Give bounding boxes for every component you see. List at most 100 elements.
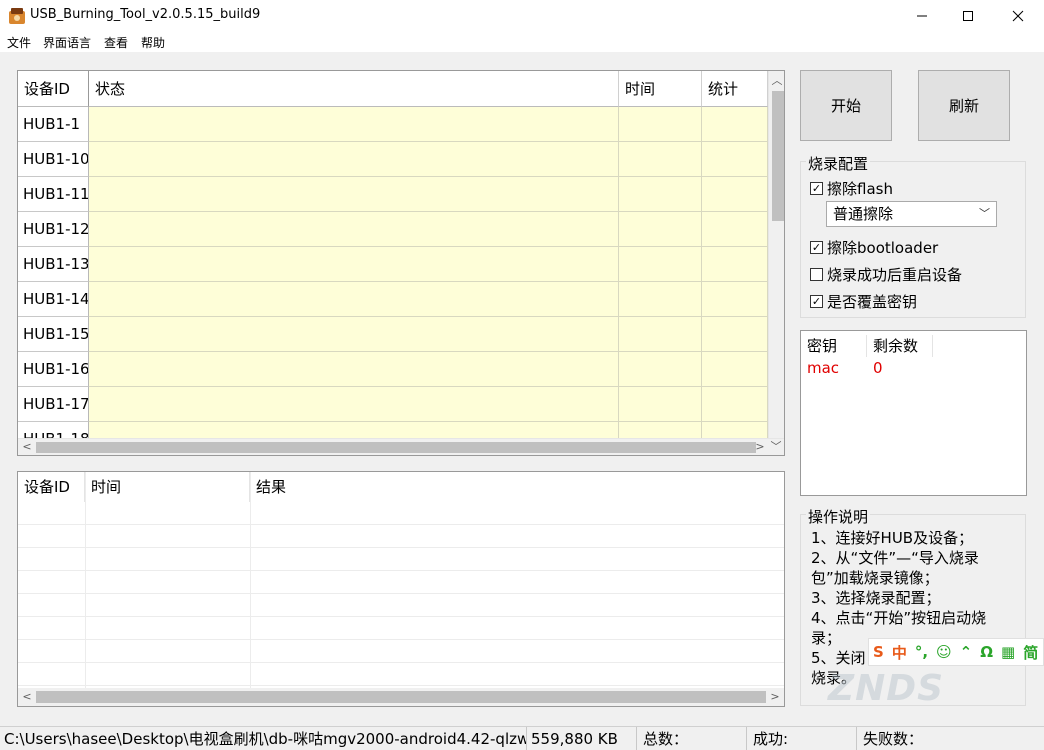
- device-row-cell[interactable]: [619, 387, 702, 422]
- maximize-icon: [963, 11, 973, 21]
- device-row-cell[interactable]: [702, 142, 768, 177]
- scroll-left-icon[interactable]: <: [19, 689, 35, 705]
- device-row-cell[interactable]: [619, 142, 702, 177]
- minimize-icon: [917, 15, 927, 17]
- instruction-line: 录；: [811, 629, 842, 647]
- instruction-line: 4、点击“开始”按钮启动烧: [811, 609, 987, 627]
- menu-file[interactable]: 文件: [7, 34, 31, 51]
- device-row-id[interactable]: HUB1-1: [18, 107, 89, 142]
- sogou-logo-icon[interactable]: S: [873, 643, 884, 661]
- device-row-cell[interactable]: [89, 317, 619, 352]
- scroll-down-icon[interactable]: ﹀: [768, 439, 784, 455]
- horizontal-scroll-thumb[interactable]: [36, 442, 756, 453]
- refresh-button[interactable]: 刷新: [918, 70, 1010, 141]
- log-horizontal-scrollbar[interactable]: < >: [18, 688, 784, 706]
- device-row-cell[interactable]: [702, 107, 768, 142]
- log-row: [18, 502, 784, 525]
- device-row-cell[interactable]: [89, 247, 619, 282]
- menu-language[interactable]: 界面语言: [43, 34, 91, 51]
- device-row-cell[interactable]: [702, 317, 768, 352]
- column-header-device-id[interactable]: 设备ID: [18, 71, 89, 107]
- device-row-id[interactable]: HUB1-14: [18, 282, 89, 317]
- chinese-mode-icon[interactable]: 中: [892, 642, 907, 663]
- erase-mode-value: 普通擦除: [833, 205, 894, 223]
- device-row-cell[interactable]: [702, 247, 768, 282]
- close-button[interactable]: [995, 0, 1041, 32]
- headset-icon[interactable]: Ω: [980, 643, 993, 661]
- column-header-time[interactable]: 时间: [619, 71, 702, 107]
- log-column-device-id[interactable]: 设备ID: [18, 472, 85, 502]
- log-row: [18, 663, 784, 686]
- device-row-cell[interactable]: [89, 142, 619, 177]
- device-row-id[interactable]: HUB1-13: [18, 247, 89, 282]
- log-column-result[interactable]: 结果: [250, 472, 784, 502]
- reboot-after-checkbox[interactable]: 烧录成功后重启设备: [810, 264, 962, 285]
- device-row-cell[interactable]: [89, 107, 619, 142]
- erase-bootloader-checkbox[interactable]: ✓ 擦除bootloader: [810, 237, 938, 258]
- device-row-cell[interactable]: [89, 212, 619, 247]
- scroll-up-icon[interactable]: ︿: [769, 73, 784, 89]
- keyboard-icon[interactable]: ▦: [1001, 643, 1015, 661]
- remaining-column-header[interactable]: 剩余数: [867, 335, 933, 357]
- device-row-cell[interactable]: [619, 247, 702, 282]
- device-row-cell[interactable]: [702, 177, 768, 212]
- instruction-line: 包”加载烧录镜像；: [811, 569, 939, 587]
- device-row-cell[interactable]: [702, 282, 768, 317]
- voice-icon[interactable]: ⌃: [960, 643, 973, 661]
- device-row-cell[interactable]: [89, 177, 619, 212]
- log-row: [18, 640, 784, 663]
- minimize-button[interactable]: [899, 0, 945, 32]
- log-grid[interactable]: 设备ID 时间 结果 < >: [17, 471, 785, 707]
- vertical-scrollbar[interactable]: ︿: [768, 71, 784, 438]
- device-row-id[interactable]: HUB1-17: [18, 387, 89, 422]
- column-header-stats[interactable]: 统计: [702, 71, 768, 107]
- overwrite-key-checkbox[interactable]: ✓ 是否覆盖密钥: [810, 291, 917, 312]
- log-row: [18, 525, 784, 548]
- key-column-header[interactable]: 密钥: [801, 335, 867, 357]
- punctuation-icon[interactable]: °,: [915, 643, 928, 661]
- key-remaining: 0: [873, 359, 883, 377]
- log-column-time[interactable]: 时间: [85, 472, 250, 502]
- scroll-left-icon[interactable]: <: [19, 439, 35, 455]
- scroll-right-icon[interactable]: >: [752, 439, 768, 455]
- checkbox-checked-icon: ✓: [810, 295, 823, 308]
- device-row-cell[interactable]: [619, 352, 702, 387]
- column-header-status[interactable]: 状态: [89, 71, 619, 107]
- menu-help[interactable]: 帮助: [141, 34, 165, 51]
- device-row-cell[interactable]: [89, 387, 619, 422]
- device-row-cell[interactable]: [619, 317, 702, 352]
- device-row-id[interactable]: HUB1-11: [18, 177, 89, 212]
- device-row-cell[interactable]: [89, 282, 619, 317]
- device-row-id[interactable]: HUB1-15: [18, 317, 89, 352]
- device-row-cell[interactable]: [702, 387, 768, 422]
- instructions-title: 操作说明: [806, 506, 871, 527]
- erase-flash-checkbox[interactable]: ✓ 擦除flash: [810, 178, 893, 199]
- key-list[interactable]: 密钥 剩余数 mac 0: [800, 330, 1027, 496]
- device-row-cell[interactable]: [619, 212, 702, 247]
- erase-mode-select[interactable]: 普通擦除 ﹀: [826, 201, 997, 227]
- device-row-id[interactable]: HUB1-16: [18, 352, 89, 387]
- vertical-scroll-thumb[interactable]: [772, 91, 784, 221]
- device-row-cell[interactable]: [702, 212, 768, 247]
- start-button[interactable]: 开始: [800, 70, 892, 141]
- overwrite-key-label: 是否覆盖密钥: [827, 293, 918, 311]
- emoji-icon[interactable]: ☺: [936, 643, 952, 661]
- ime-toolbar[interactable]: S 中 °, ☺ ⌃ Ω ▦ 简: [868, 638, 1044, 666]
- device-row-id[interactable]: HUB1-12: [18, 212, 89, 247]
- erase-bootloader-label: 擦除bootloader: [827, 239, 939, 257]
- device-row-cell[interactable]: [619, 177, 702, 212]
- simplified-icon[interactable]: 简: [1023, 642, 1038, 663]
- maximize-button[interactable]: [945, 0, 991, 32]
- horizontal-scrollbar[interactable]: < > ﹀: [18, 438, 784, 455]
- device-grid[interactable]: 设备ID 状态 时间 统计 HUB1-1 HUB1-10 HUB1-11 HUB1-1…: [17, 70, 785, 456]
- window-title: USB_Burning_Tool_v2.0.5.15_build9: [30, 7, 261, 22]
- device-row-cell[interactable]: [702, 352, 768, 387]
- device-row-cell[interactable]: [619, 107, 702, 142]
- device-row-cell[interactable]: [89, 352, 619, 387]
- device-row-id[interactable]: HUB1-10: [18, 142, 89, 177]
- status-file-size: 559,880 KB: [527, 727, 637, 750]
- device-row-cell[interactable]: [619, 282, 702, 317]
- menu-view[interactable]: 查看: [104, 34, 128, 51]
- log-horizontal-scroll-thumb[interactable]: [36, 691, 766, 703]
- scroll-right-icon[interactable]: >: [767, 689, 783, 705]
